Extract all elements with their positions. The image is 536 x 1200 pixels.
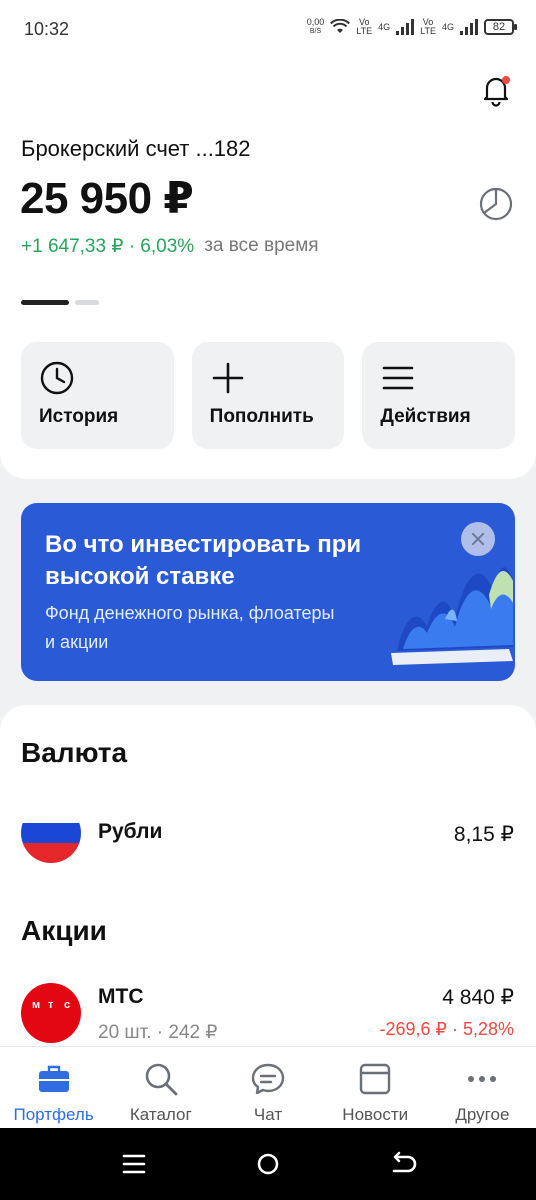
pie-chart-icon [479,187,513,221]
briefcase-icon [38,1065,69,1092]
promo-title: Во что инвестировать при высокой ставке [45,531,362,590]
network-type-label: 4G [378,21,391,32]
tab-news[interactable]: Новости [322,1047,429,1128]
signal-icon [460,19,478,35]
news-icon [360,1063,391,1095]
promo-close-button[interactable] [461,522,495,556]
volte-bottom: LTE [420,26,436,36]
mts-logo-letter: с [64,999,71,1011]
search-icon [145,1063,178,1096]
bottom-tab-bar: Портфель Каталог Чат Новости Другое [0,1046,536,1128]
mts-logo-letter: м [32,999,41,1011]
home-icon[interactable] [252,1148,284,1180]
tab-catalog[interactable]: Каталог [107,1047,214,1128]
account-card: Брокерский счет ...182 25 950 ₽ +1 647,3… [0,60,536,479]
mts-logo-letter: т [48,999,54,1011]
account-name[interactable]: Брокерский счет ...182 [21,136,251,162]
promo-subtitle: Фонд денежного рынка, флоатеры и акции [45,603,335,652]
chat-icon [251,1063,285,1095]
stock-change: -269,6 ₽ · 5,28% [379,1019,514,1039]
top-up-button[interactable]: Пополнить [191,342,345,449]
stock-value: 4 840 ₽ [442,986,514,1009]
tab-label: Чат [253,1105,283,1124]
system-navigation-bar [0,1128,536,1200]
history-button[interactable]: История [21,342,174,449]
network-speed-unit: B/S [309,28,322,35]
volte-indicator-1: Vo LTE [356,18,372,36]
pager-dot-active [21,300,69,305]
currency-section-title: Валюта [21,737,128,768]
actions-label: Действия [380,406,471,427]
tab-chat[interactable]: Чат [214,1047,321,1128]
tab-label: Портфель [13,1105,94,1124]
wifi-icon [330,19,351,33]
network-type-label: 4G [441,21,454,32]
menu-icon [383,366,414,390]
gain-value: +1 647,33 ₽ · 6,03% [21,236,195,257]
tab-label: Другое [455,1105,510,1124]
tab-label: Новости [342,1105,409,1124]
notifications-button[interactable] [478,72,514,108]
signal-icon [396,19,415,35]
network-type-1: 4G [378,21,391,32]
network-speed: 0,00 B/S [307,18,325,36]
quick-actions: История Пополнить Действия [21,342,516,449]
history-label: История [39,406,119,427]
allocation-button[interactable] [478,186,514,222]
tab-label: Каталог [129,1105,192,1124]
actions-button[interactable]: Действия [362,342,516,449]
currency-value: 8,15 ₽ [453,823,514,846]
back-icon[interactable] [386,1148,418,1180]
account-gain: +1 647,33 ₽ · 6,03% за все время [21,235,319,258]
plus-icon [212,362,243,394]
mts-logo: м т с [21,983,81,1043]
recent-apps-icon[interactable] [118,1148,150,1180]
stock-name: МТС [98,985,144,1008]
promo-chart-illustration [391,567,513,665]
status-time: 10:32 [24,19,70,39]
russia-flag-icon [21,803,81,863]
clock-icon [40,361,74,395]
volte-bottom: LTE [356,26,373,36]
status-bar: 10:32 0,00 B/S Vo LTE 4G Vo LTE 4G 82 [0,0,536,60]
promo-banner[interactable]: Во что инвестировать при высокой ставке … [21,503,515,681]
unread-badge [502,76,510,84]
network-type-2: 4G [441,21,454,32]
battery-icon: 82 [484,19,517,35]
network-speed-value: 0,00 [306,17,325,27]
stock-quantity: 20 шт. · 242 ₽ [98,1022,218,1043]
account-balance: 25 950 ₽ [20,174,194,223]
status-icons: 0,00 B/S Vo LTE 4G Vo LTE 4G 82 [307,18,517,36]
volte-indicator-2: Vo LTE [420,18,436,36]
account-pager[interactable] [21,300,99,305]
top-up-label: Пополнить [209,406,314,427]
battery-level: 82 [492,21,506,33]
gain-period: за все время [204,235,319,256]
stocks-section-title: Акции [21,915,107,946]
more-icon [468,1076,497,1082]
tab-portfolio[interactable]: Портфель [0,1047,107,1128]
currency-name: Рубли [98,820,163,843]
tab-other[interactable]: Другое [429,1047,536,1128]
pager-dot [75,300,99,305]
